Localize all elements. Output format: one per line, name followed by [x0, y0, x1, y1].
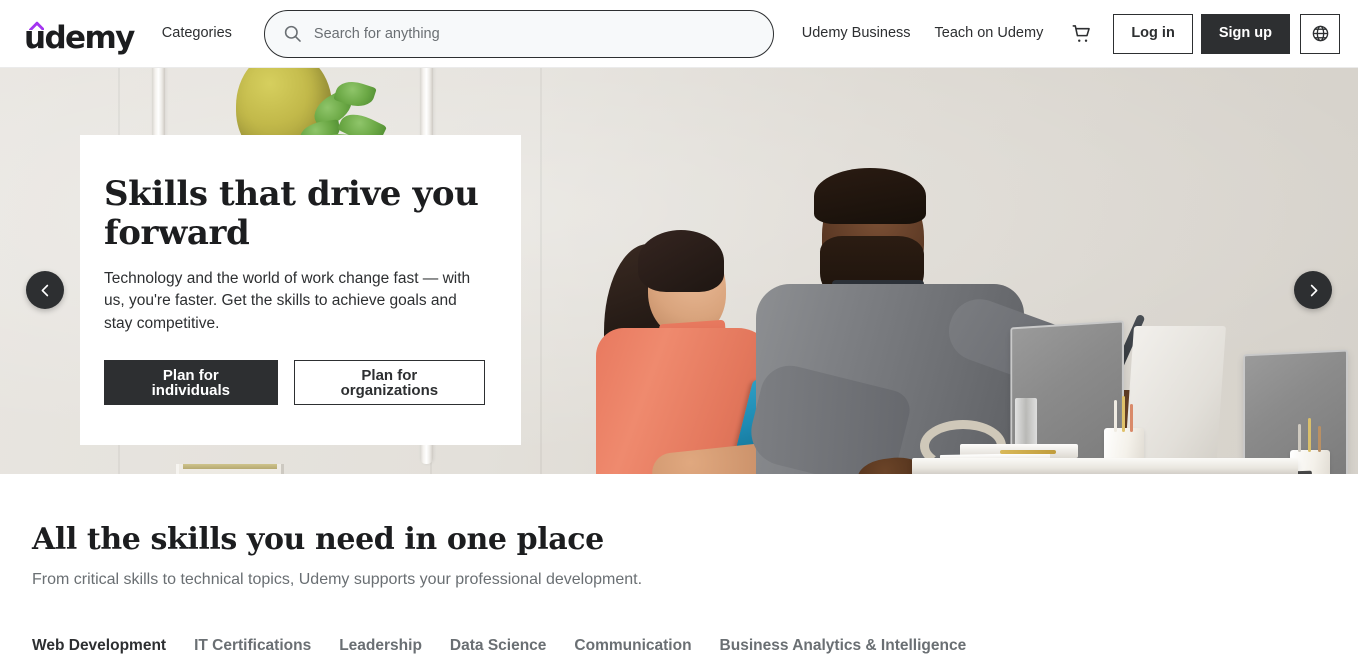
udemy-homepage: udemy Categories Udemy Business Teach on… [0, 0, 1358, 660]
plan-for-individuals-button[interactable]: Plan for individuals [104, 360, 278, 406]
tab-business-analytics[interactable]: Business Analytics & Intelligence [720, 637, 967, 660]
login-button[interactable]: Log in [1113, 13, 1193, 54]
skills-subtitle: From critical skills to technical topics… [32, 571, 643, 588]
tab-web-development[interactable]: Web Development [32, 637, 166, 660]
decor-desk-1 [912, 458, 1298, 474]
hero-card: Skills that drive you forward Technology… [80, 135, 521, 446]
teach-on-udemy-link[interactable]: Teach on Udemy [923, 18, 1056, 49]
skills-tab-bar: Web Development IT Certifications Leader… [32, 637, 1326, 660]
hero-subtitle: Technology and the world of work change … [104, 269, 471, 332]
tab-communication[interactable]: Communication [574, 637, 691, 660]
skills-title: All the skills you need in one place [32, 522, 604, 557]
decor-pencil [1000, 450, 1056, 454]
shopping-cart-icon[interactable] [1063, 15, 1101, 53]
plan-for-organizations-button[interactable]: Plan for organizations [293, 360, 485, 406]
skills-section: All the skills you need in one place Fro… [0, 474, 1358, 660]
udemy-logo[interactable]: udemy [24, 14, 135, 54]
site-header: udemy Categories Udemy Business Teach on… [0, 0, 1358, 68]
header-actions: Udemy Business Teach on Udemy Log in Sig… [790, 13, 1340, 54]
tab-data-science[interactable]: Data Science [450, 637, 547, 660]
signup-button[interactable]: Sign up [1200, 13, 1290, 54]
hero-title: Skills that drive you forward [104, 174, 479, 254]
search-icon [283, 24, 302, 43]
udemy-business-link[interactable]: Udemy Business [790, 18, 923, 49]
search-input[interactable] [313, 25, 755, 42]
categories-link[interactable]: Categories [152, 18, 242, 49]
logo-circumflex-icon [29, 21, 44, 30]
tab-leadership[interactable]: Leadership [339, 637, 422, 660]
globe-icon[interactable] [1300, 13, 1340, 54]
chevron-left-icon[interactable] [26, 271, 64, 309]
tab-it-certifications[interactable]: IT Certifications [194, 637, 311, 660]
hero-carousel: Skills that drive you forward Technology… [0, 68, 1358, 474]
chevron-right-icon[interactable] [1294, 271, 1332, 309]
hero-cta-group: Plan for individuals Plan for organizati… [104, 360, 485, 406]
decor-paper-organizer [176, 464, 284, 474]
search-box[interactable] [263, 9, 774, 58]
